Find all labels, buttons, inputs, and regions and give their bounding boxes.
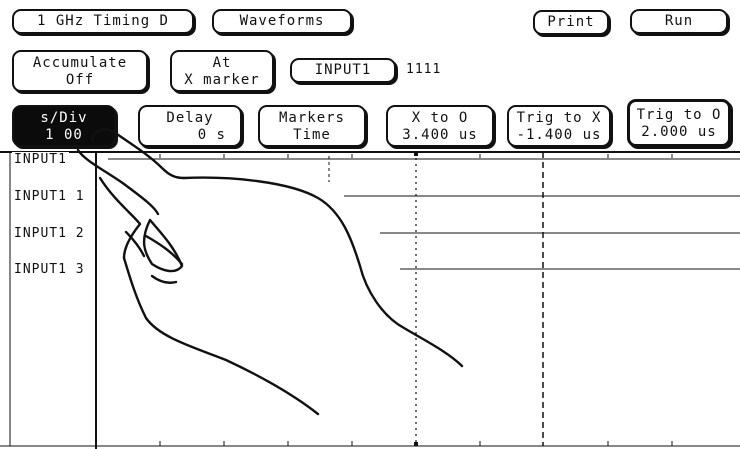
- channel-label-1: INPUT1 1: [14, 189, 85, 204]
- pointing-hand-icon: [76, 128, 464, 416]
- channel-label-3: INPUT1 3: [14, 262, 85, 277]
- x-marker-bottom-tab: [414, 442, 418, 446]
- channel-label-0: INPUT1: [12, 152, 69, 167]
- channel-label-2: INPUT1 2: [14, 226, 85, 241]
- x-marker-top-tab: [414, 152, 418, 156]
- waveform-display: [0, 128, 740, 449]
